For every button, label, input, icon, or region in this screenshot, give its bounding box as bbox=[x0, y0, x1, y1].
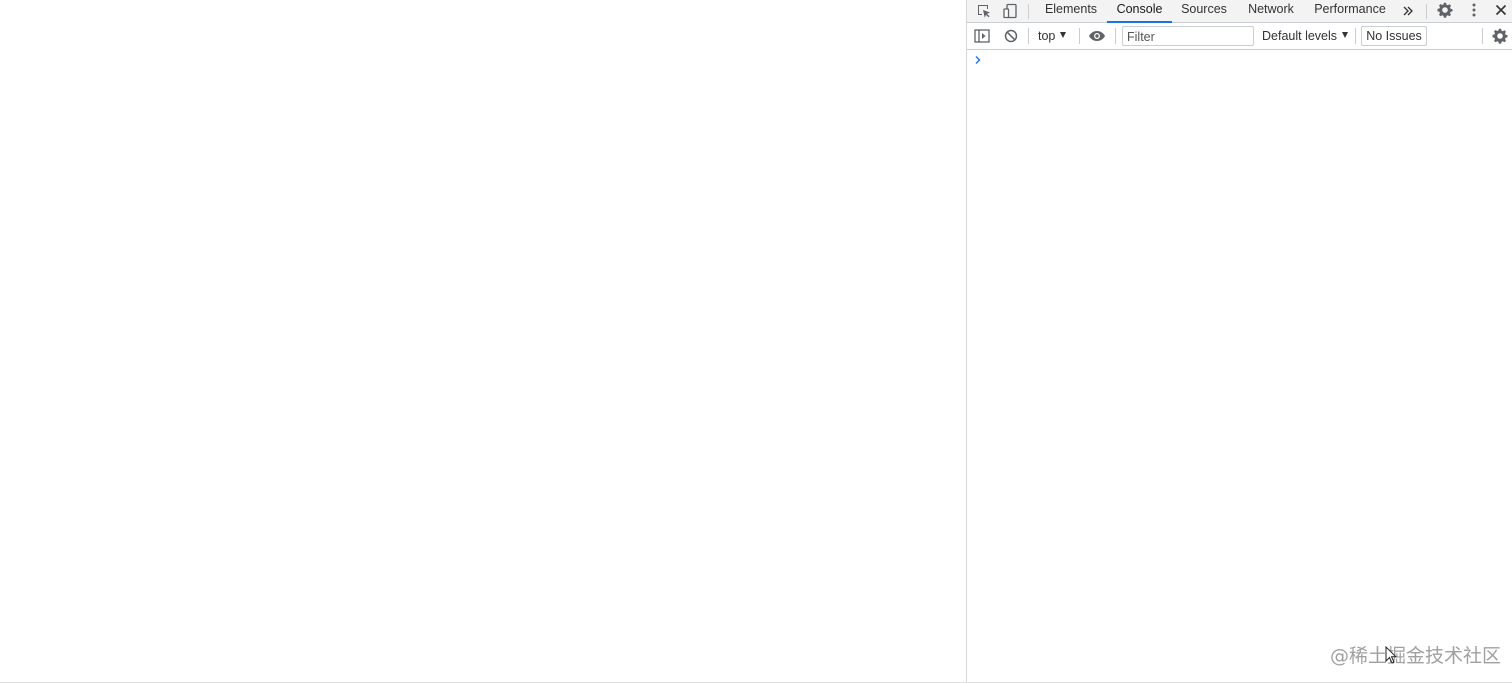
log-levels-select[interactable]: Default levels bbox=[1262, 26, 1349, 46]
devtools-tabbar: Elements Console Sources Network Perform… bbox=[967, 0, 1512, 23]
chevron-down-icon bbox=[1342, 32, 1349, 38]
log-levels-value: Default levels bbox=[1262, 29, 1338, 43]
toolbar-separator-5 bbox=[1482, 28, 1483, 44]
live-expression-eye-icon[interactable] bbox=[1086, 25, 1108, 47]
clear-console-icon[interactable] bbox=[1000, 25, 1022, 47]
tabbar-separator-right bbox=[1426, 4, 1427, 19]
console-prompt[interactable] bbox=[967, 52, 1512, 68]
context-select-value: top bbox=[1038, 29, 1056, 43]
filter-input[interactable] bbox=[1122, 26, 1254, 46]
sidebar-toggle-icon[interactable] bbox=[971, 25, 993, 47]
tab-performance[interactable]: Performance bbox=[1312, 0, 1388, 23]
tabbar-separator bbox=[1028, 4, 1029, 19]
prompt-chevron-icon bbox=[974, 54, 982, 68]
kebab-menu-icon[interactable] bbox=[1463, 0, 1485, 21]
inspect-element-icon[interactable] bbox=[973, 0, 995, 22]
toolbar-separator-1 bbox=[1028, 28, 1029, 44]
tab-sources[interactable]: Sources bbox=[1177, 0, 1231, 23]
toolbar-separator-3 bbox=[1115, 28, 1116, 44]
chevron-down-icon bbox=[1060, 32, 1067, 38]
issues-button[interactable]: No Issues bbox=[1361, 26, 1427, 46]
devtools-panel: Elements Console Sources Network Perform… bbox=[966, 0, 1512, 683]
more-tabs-icon[interactable] bbox=[1397, 0, 1419, 22]
toolbar-separator-2 bbox=[1079, 28, 1080, 44]
mouse-cursor-icon bbox=[1385, 646, 1397, 664]
tab-console[interactable]: Console bbox=[1107, 0, 1172, 23]
close-icon[interactable] bbox=[1490, 0, 1512, 21]
device-toolbar-icon[interactable] bbox=[999, 0, 1021, 22]
console-toolbar: top Default levels No Issues bbox=[967, 23, 1512, 50]
context-select[interactable]: top bbox=[1038, 26, 1067, 46]
watermark-text: @稀土掘金技术社区 bbox=[1330, 645, 1502, 667]
console-output bbox=[967, 50, 1512, 683]
tab-elements[interactable]: Elements bbox=[1041, 0, 1101, 23]
inspected-page-viewport bbox=[0, 0, 966, 683]
console-settings-icon[interactable] bbox=[1489, 25, 1511, 47]
tab-network[interactable]: Network bbox=[1243, 0, 1299, 23]
settings-icon[interactable] bbox=[1434, 0, 1456, 21]
toolbar-separator-4 bbox=[1355, 28, 1356, 44]
